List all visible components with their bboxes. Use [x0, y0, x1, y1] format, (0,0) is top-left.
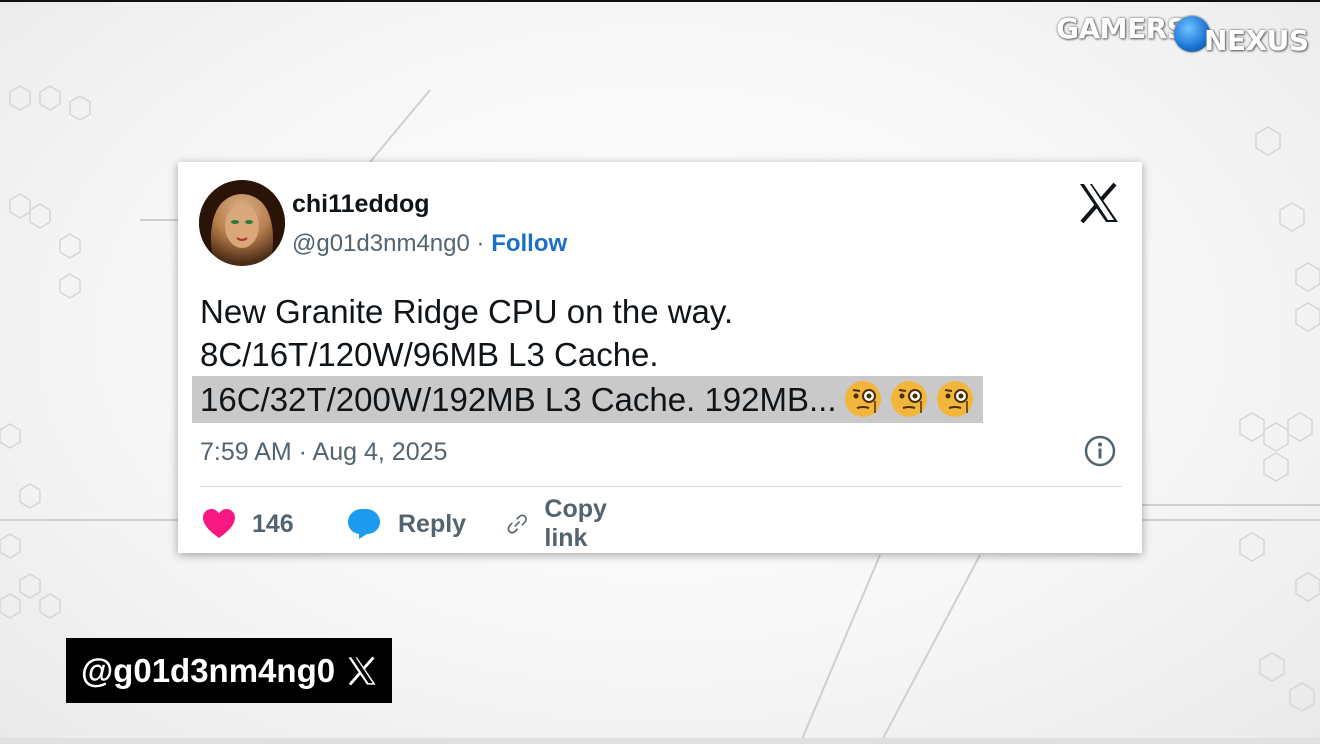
- like-count: 146: [252, 509, 294, 538]
- logo-text-gamers: GAMERS: [1056, 12, 1187, 45]
- reply-label: Reply: [398, 509, 467, 538]
- link-icon: [507, 514, 527, 534]
- caption-handle: @g01d3nm4ng0: [81, 651, 336, 689]
- monocle-emoji-icon: [936, 381, 973, 417]
- copy-link-button[interactable]: Copy link: [506, 495, 619, 552]
- tweet-line-3-text: 16C/32T/200W/192MB L3 Cache. 192MB...: [200, 381, 837, 418]
- tweet-line-2: 8C/16T/120W/96MB L3 Cache.: [200, 336, 659, 373]
- divider: [200, 486, 1122, 487]
- tweet-card: chi11eddog @g01d3nm4ng0 · Follow New Gra…: [178, 162, 1142, 553]
- tweet-line-3: 16C/32T/200W/192MB L3 Cache. 192MB...: [192, 376, 983, 423]
- copy-link-label: Copy link: [544, 495, 607, 552]
- x-logo-icon: [348, 655, 376, 686]
- heart-icon: [203, 509, 235, 538]
- monocle-emoji-icon: [844, 381, 881, 417]
- avatar[interactable]: [199, 180, 285, 266]
- monocle-emoji-icon: [890, 381, 927, 417]
- separator-dot: ·: [476, 230, 485, 257]
- reply-button[interactable]: Reply: [346, 502, 466, 546]
- tweet-timestamp[interactable]: 7:59 AM · Aug 4, 2025: [200, 438, 447, 467]
- x-logo-icon[interactable]: [1078, 182, 1120, 224]
- info-icon[interactable]: [1083, 434, 1117, 468]
- tweet-line-1: New Granite Ridge CPU on the way.: [200, 293, 734, 330]
- like-button[interactable]: 146: [202, 502, 294, 546]
- handle[interactable]: @g01d3nm4ng0: [292, 230, 470, 257]
- highlighted-text: 16C/32T/200W/192MB L3 Cache. 192MB...: [192, 376, 983, 423]
- follow-button[interactable]: Follow: [491, 230, 567, 257]
- tweet-text: New Granite Ridge CPU on the way. 8C/16T…: [192, 290, 983, 423]
- source-caption: @g01d3nm4ng0: [66, 638, 392, 703]
- avatar-portrait: [199, 180, 285, 266]
- display-name[interactable]: chi11eddog: [292, 190, 430, 219]
- handle-line: @g01d3nm4ng0 · Follow: [292, 230, 567, 258]
- reply-bubble-icon: [348, 509, 380, 539]
- logo-text-nexus: NEXUS: [1204, 24, 1309, 57]
- gamers-nexus-logo: GAMERS NEXUS: [1052, 10, 1312, 58]
- bottom-strip: [0, 738, 1320, 744]
